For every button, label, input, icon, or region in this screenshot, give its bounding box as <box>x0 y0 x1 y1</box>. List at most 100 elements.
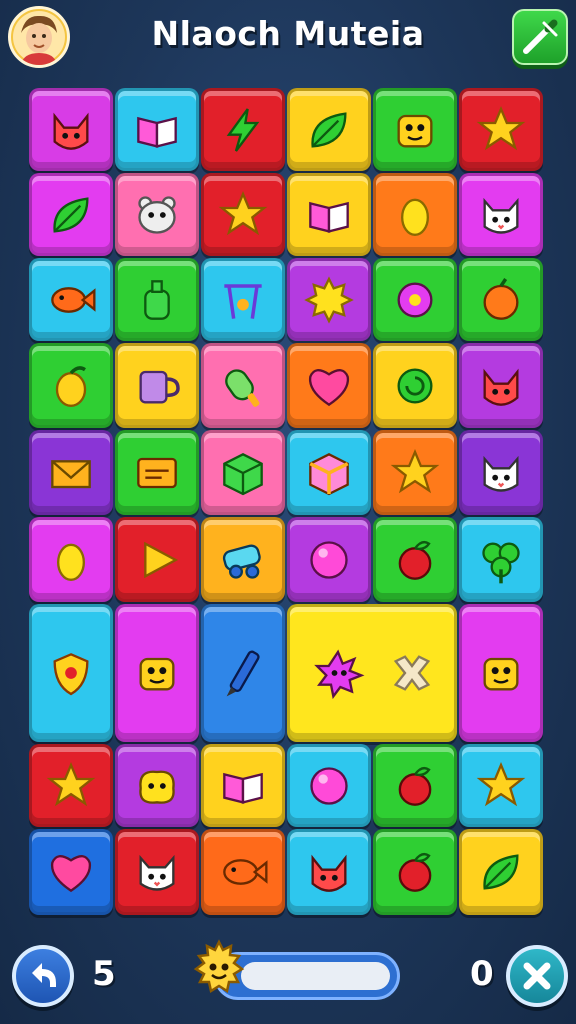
undo-button[interactable] <box>12 945 74 1007</box>
orange-icon <box>483 277 519 320</box>
close-button[interactable] <box>506 945 568 1007</box>
tile-lemon[interactable] <box>373 173 457 256</box>
tile-monster[interactable] <box>373 88 457 171</box>
lemon-icon <box>57 543 85 581</box>
tile-bottle[interactable] <box>115 258 199 341</box>
cat-icon <box>483 197 519 234</box>
player-avatar[interactable] <box>8 6 70 68</box>
heart-icon <box>308 368 350 406</box>
tile-fish[interactable] <box>201 829 285 915</box>
bottle-icon <box>144 279 170 320</box>
tile-ball[interactable] <box>287 517 371 602</box>
tile-star[interactable] <box>373 430 457 515</box>
tile-crate[interactable] <box>287 430 371 515</box>
lightning-icon <box>226 107 260 152</box>
hint-button[interactable] <box>512 9 568 65</box>
tile-mango[interactable] <box>29 343 113 428</box>
tile-heart[interactable] <box>29 829 113 915</box>
tile-cat[interactable] <box>115 829 199 915</box>
heart-icon <box>50 855 92 893</box>
x-shape-icon <box>394 655 431 691</box>
magic-wand-icon <box>523 19 558 54</box>
tile-star[interactable] <box>201 173 285 256</box>
tile-book[interactable] <box>201 744 285 827</box>
tile-lightning[interactable] <box>201 88 285 171</box>
tile-heart[interactable] <box>287 343 371 428</box>
cannon-icon <box>222 544 261 579</box>
tile-shield[interactable] <box>29 604 113 742</box>
fox-icon <box>53 112 89 150</box>
tile-cat[interactable] <box>459 430 543 515</box>
score-counter: 0 <box>470 954 494 994</box>
swirl-icon <box>397 368 433 403</box>
tile-star[interactable] <box>459 88 543 171</box>
ball-icon <box>310 766 348 805</box>
tile-popsicle[interactable] <box>201 343 285 428</box>
apple-icon <box>398 766 432 806</box>
tile-blob[interactable] <box>115 744 199 827</box>
tile-bear[interactable] <box>115 173 199 256</box>
tile-monster[interactable] <box>459 604 543 742</box>
tile-monster[interactable] <box>115 604 199 742</box>
fox-icon <box>311 854 347 892</box>
tile-cannon[interactable] <box>201 517 285 602</box>
tile-orange[interactable] <box>459 258 543 341</box>
shield-icon <box>53 653 89 696</box>
fish-icon <box>51 286 96 313</box>
tile-sign[interactable] <box>115 430 199 515</box>
ball-icon <box>310 540 348 579</box>
tile-star[interactable] <box>29 744 113 827</box>
tile-clover[interactable] <box>459 517 543 602</box>
star-icon <box>218 190 268 235</box>
tile-fox[interactable] <box>29 88 113 171</box>
tile-fox[interactable] <box>287 829 371 915</box>
star-icon <box>390 448 440 493</box>
play-icon <box>144 541 179 578</box>
tile-star[interactable] <box>459 744 543 827</box>
tile-play[interactable] <box>115 517 199 602</box>
top-bar: Nlaoch Muteia <box>0 0 576 80</box>
tile-fox[interactable] <box>459 343 543 428</box>
star-icon <box>476 761 526 806</box>
tile-apple[interactable] <box>373 744 457 827</box>
tile-donut[interactable] <box>373 258 457 341</box>
tile-fish[interactable] <box>29 258 113 341</box>
crate-icon <box>309 452 349 495</box>
tile-apple[interactable] <box>373 517 457 602</box>
tile-book[interactable] <box>287 173 371 256</box>
tile-envelope[interactable] <box>29 430 113 515</box>
tile-leaf[interactable] <box>287 88 371 171</box>
tile-swirl[interactable] <box>373 343 457 428</box>
swing-icon <box>224 283 262 319</box>
tile-mug[interactable] <box>115 343 199 428</box>
tile-leaf[interactable] <box>29 173 113 256</box>
tile-swing[interactable] <box>201 258 285 341</box>
leaf-icon <box>483 854 519 890</box>
cat-icon <box>483 455 519 492</box>
cube-icon <box>223 452 263 495</box>
leaf-icon <box>311 111 347 148</box>
tile-sun[interactable] <box>287 258 371 341</box>
tile-cat[interactable] <box>459 173 543 256</box>
clover-icon <box>482 542 520 583</box>
undo-arrow-icon <box>32 963 56 987</box>
book-icon <box>137 116 177 148</box>
player-avatar-icon <box>13 11 65 65</box>
book-icon <box>223 772 263 804</box>
mascot-icon <box>193 939 245 993</box>
monster-icon <box>397 114 433 147</box>
tile-lemon[interactable] <box>29 517 113 602</box>
monster-icon <box>139 657 175 691</box>
apple-icon <box>398 540 432 580</box>
monster-icon <box>483 657 519 691</box>
tile-pen[interactable] <box>201 604 285 742</box>
moves-counter: 5 <box>92 954 116 994</box>
tile-cube[interactable] <box>201 430 285 515</box>
fish-icon <box>223 859 268 885</box>
apple-icon <box>398 852 432 892</box>
tile-spiky[interactable] <box>287 604 457 742</box>
tile-ball[interactable] <box>287 744 371 827</box>
tile-apple[interactable] <box>373 829 457 915</box>
tile-book[interactable] <box>115 88 199 171</box>
tile-leaf[interactable] <box>459 829 543 915</box>
